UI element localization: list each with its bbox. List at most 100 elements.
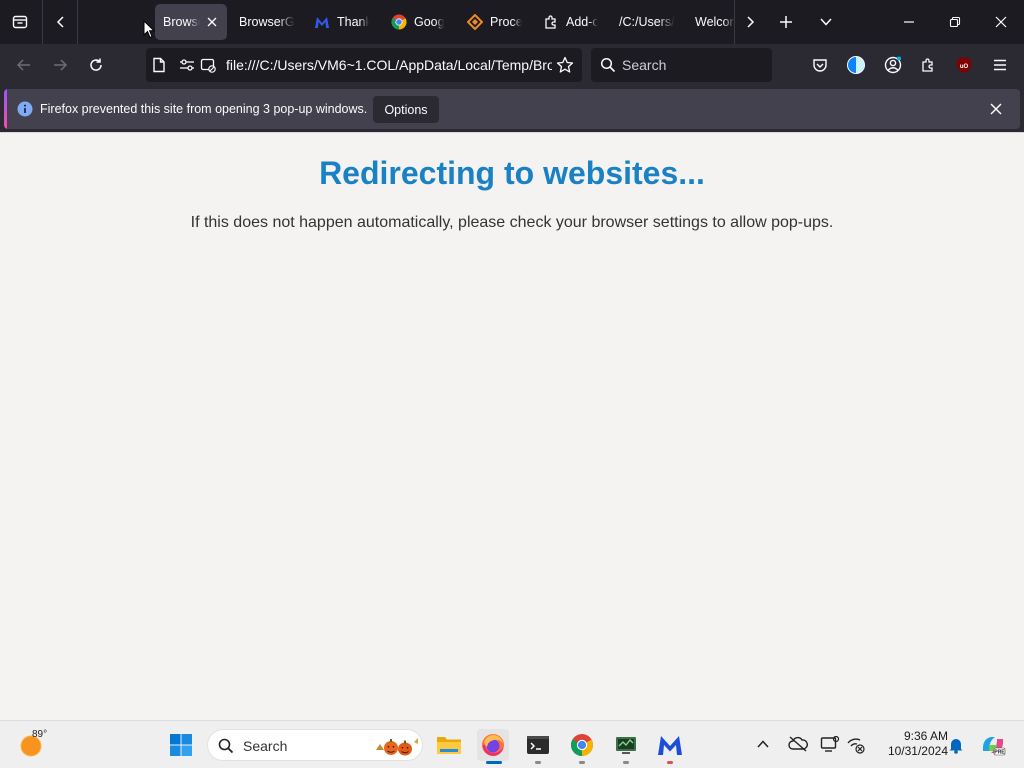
- tab-label: Proce: [490, 15, 522, 29]
- start-button[interactable]: [165, 729, 197, 761]
- bookmark-star-button[interactable]: [556, 56, 574, 74]
- tab-label: BrowserGo: [239, 15, 295, 29]
- search-bar[interactable]: Search: [591, 48, 772, 82]
- scroll-tabs-left-button[interactable]: [45, 6, 77, 38]
- chevron-right-icon: [747, 16, 755, 28]
- terminal-icon: [527, 736, 549, 754]
- diamond-icon: [467, 14, 483, 30]
- copilot-icon: PRE: [982, 737, 1005, 756]
- chrome-icon: [391, 14, 407, 30]
- onedrive-tray-icon[interactable]: [788, 736, 808, 752]
- tab-label: Welcon: [695, 15, 735, 29]
- cloud-off-icon: [788, 736, 808, 752]
- taskbar-terminal[interactable]: [522, 729, 554, 764]
- page-content: Redirecting to websites... If this does …: [0, 132, 1024, 720]
- running-app-indicator: [667, 761, 673, 764]
- arrow-left-icon: [16, 59, 30, 71]
- ublock-origin-button[interactable]: uO: [948, 49, 980, 81]
- plus-icon: [780, 16, 792, 28]
- star-icon: [556, 56, 574, 73]
- popup-blocked-icon[interactable]: [200, 57, 216, 73]
- minimize-window-button[interactable]: [886, 0, 932, 44]
- back-button[interactable]: [8, 49, 40, 81]
- tab-browsergo[interactable]: BrowserGo: [239, 4, 295, 40]
- reload-button[interactable]: [80, 49, 112, 81]
- display-tray-icon[interactable]: [820, 736, 840, 754]
- notification-options-button[interactable]: Options: [373, 96, 439, 123]
- clock-time: 9:36 AM: [903, 729, 948, 743]
- permissions-icon[interactable]: [179, 57, 195, 73]
- app-menu-button[interactable]: [984, 49, 1016, 81]
- list-all-tabs-button[interactable]: [810, 6, 842, 38]
- tab-local-file[interactable]: /C:/Users/: [619, 4, 675, 40]
- page-heading: Redirecting to websites...: [319, 155, 705, 191]
- close-notification-button[interactable]: [986, 99, 1006, 119]
- account-icon: [884, 56, 902, 74]
- taskbar-firefox[interactable]: [477, 729, 509, 764]
- account-button[interactable]: [877, 49, 909, 81]
- firefox-view-icon: [12, 15, 28, 29]
- svg-text:uO: uO: [960, 64, 969, 70]
- running-app-indicator: [579, 761, 585, 764]
- notification-message: Firefox prevented this site from opening…: [40, 102, 368, 116]
- hamburger-menu-icon: [994, 59, 1006, 71]
- pocket-icon: [813, 59, 827, 72]
- malwarebytes-icon: [314, 14, 330, 30]
- search-icon: [218, 738, 234, 754]
- chevron-down-icon: [820, 18, 832, 26]
- tab-browser[interactable]: Browser: [155, 4, 227, 40]
- minimize-icon: [904, 21, 914, 23]
- notifications-button[interactable]: [948, 736, 964, 754]
- restore-icon: [949, 16, 961, 28]
- svg-text:PRE: PRE: [994, 750, 1005, 756]
- notification-area: Firefox prevented this site from opening…: [0, 86, 1024, 132]
- tab-welcome[interactable]: Welcon: [695, 4, 735, 40]
- dark-reader-icon: [847, 56, 865, 74]
- tab-process[interactable]: Proce: [467, 4, 523, 40]
- page-icon[interactable]: [152, 57, 166, 73]
- taskbar-search-box[interactable]: Search: [207, 729, 423, 761]
- popup-blocked-notification: Firefox prevented this site from opening…: [4, 89, 1020, 129]
- tab-addons[interactable]: Add-o: [543, 4, 599, 40]
- page-message: If this does not happen automatically, p…: [190, 214, 834, 231]
- folder-icon: [437, 737, 461, 754]
- running-app-indicator: [623, 761, 629, 764]
- firefox-icon: [482, 734, 504, 756]
- firefox-view-button[interactable]: [4, 6, 36, 38]
- taskbar-network-app[interactable]: [610, 729, 642, 764]
- taskbar-file-explorer[interactable]: [433, 729, 465, 761]
- notification-accent: [4, 89, 7, 129]
- arrow-right-icon: [54, 59, 68, 71]
- halloween-pumpkins-icon: [374, 734, 420, 758]
- close-window-button[interactable]: [978, 0, 1024, 44]
- tab-thank[interactable]: Thank: [314, 4, 372, 40]
- reload-icon: [90, 58, 102, 71]
- close-tab-button[interactable]: [204, 14, 219, 30]
- address-bar[interactable]: file:///C:/Users/VM6~1.COL/AppData/Local…: [146, 48, 582, 82]
- network-tray-icon[interactable]: [846, 736, 866, 754]
- tab-label: Thank: [337, 15, 369, 29]
- pocket-button[interactable]: [804, 49, 836, 81]
- mouse-cursor-icon: [143, 20, 155, 39]
- taskbar-chrome[interactable]: [566, 729, 598, 764]
- taskbar-clock[interactable]: 9:36 AM 10/31/2024: [872, 729, 948, 759]
- running-app-indicator: [535, 761, 541, 764]
- taskbar-malwarebytes[interactable]: [654, 729, 686, 764]
- chevron-left-icon: [56, 16, 64, 28]
- tab-google[interactable]: Googl: [391, 4, 447, 40]
- network-disconnected-icon: [847, 738, 865, 754]
- scroll-tabs-right-button[interactable]: [734, 6, 766, 38]
- extension-button[interactable]: [840, 49, 872, 81]
- clock-date: 10/31/2024: [887, 744, 948, 758]
- restore-window-button[interactable]: [932, 0, 978, 44]
- new-tab-button[interactable]: [770, 6, 802, 38]
- search-placeholder: Search: [622, 57, 667, 73]
- url-text[interactable]: file:///C:/Users/VM6~1.COL/AppData/Local…: [226, 57, 552, 73]
- windows-logo-icon: [170, 734, 192, 756]
- info-icon: [17, 101, 33, 117]
- copilot-button[interactable]: PRE: [980, 733, 1006, 757]
- show-hidden-icons-button[interactable]: [756, 737, 770, 751]
- forward-button[interactable]: [44, 49, 76, 81]
- puzzle-icon: [922, 58, 933, 72]
- extensions-button[interactable]: [913, 49, 945, 81]
